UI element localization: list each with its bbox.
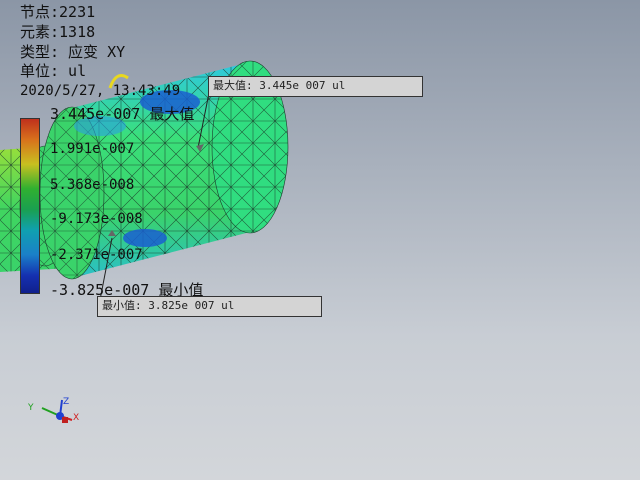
triad-x-label: X bbox=[73, 413, 79, 423]
triad-y-label: Y bbox=[27, 403, 34, 413]
legend-label-4: -2.371e-007 bbox=[50, 247, 143, 263]
legend-max-label: 3.445e-007 最大值 bbox=[50, 103, 194, 124]
node-count: 节点:2231 bbox=[20, 3, 96, 21]
legend-max-suffix: 最大值 bbox=[149, 105, 195, 123]
triad-z-label: Z bbox=[63, 397, 69, 407]
timestamp: 2020/5/27, 13:43:49 bbox=[20, 83, 181, 99]
min-value-callout[interactable]: 最小值: 3.825e 007 ul bbox=[97, 296, 322, 317]
legend-label-1: 1.991e-007 bbox=[50, 141, 135, 157]
result-unit: 单位: ul bbox=[20, 62, 87, 80]
legend-label-2: 5.368e-008 bbox=[50, 177, 135, 193]
model-viewport[interactable] bbox=[0, 0, 640, 480]
color-legend-bar bbox=[20, 118, 40, 294]
legend-label-3: -9.173e-008 bbox=[50, 211, 143, 227]
max-value-callout[interactable]: 最大值: 3.445e 007 ul bbox=[208, 76, 423, 97]
result-type: 类型: 应变 XY bbox=[20, 43, 126, 61]
view-triad[interactable]: X Y Z bbox=[22, 396, 82, 432]
element-count: 元素:1318 bbox=[20, 23, 96, 41]
legend-max-value: 3.445e-007 bbox=[50, 105, 141, 123]
